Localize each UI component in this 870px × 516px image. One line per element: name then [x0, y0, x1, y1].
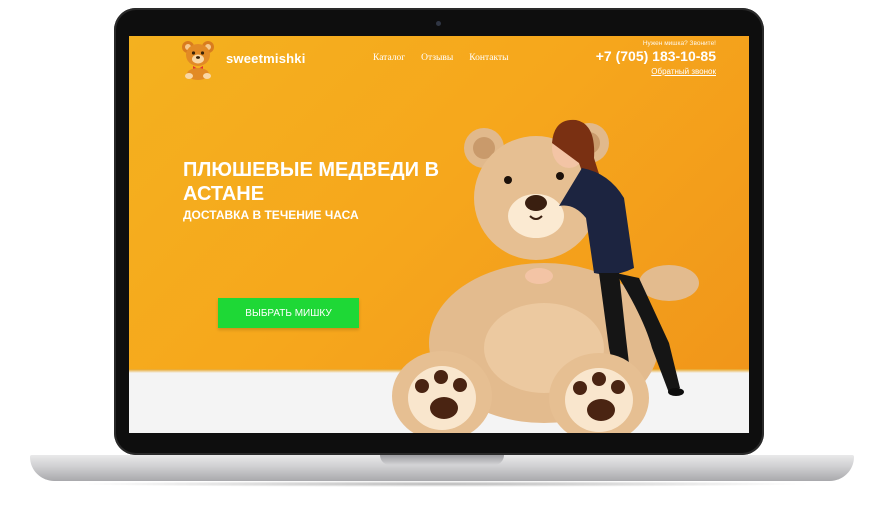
brand-name[interactable]: sweetmishki	[226, 51, 306, 66]
giant-teddy-bear-with-girl-illustration	[392, 119, 699, 433]
nav-contacts[interactable]: Контакты	[469, 53, 508, 63]
contact-note: Нужен мишка? Звоните!	[642, 40, 716, 47]
website-screen: sweetmishki Каталог Отзывы Контакты Нуже…	[129, 36, 749, 433]
choose-bear-button[interactable]: ВЫБРАТЬ МИШКУ	[218, 298, 359, 328]
camera-icon	[436, 21, 441, 26]
laptop-shadow	[70, 481, 814, 487]
callback-link[interactable]: Обратный звонок	[651, 67, 716, 76]
main-nav: Каталог Отзывы Контакты	[373, 53, 509, 63]
laptop-base-notch	[380, 455, 504, 465]
nav-reviews[interactable]: Отзывы	[421, 53, 453, 63]
phone-number[interactable]: +7 (705) 183-10-85	[596, 48, 716, 64]
teddy-bear-logo-icon[interactable]	[179, 38, 217, 80]
nav-catalog[interactable]: Каталог	[373, 53, 405, 63]
hero-subtitle: ДОСТАВКА В ТЕЧЕНИЕ ЧАСА	[183, 208, 359, 222]
